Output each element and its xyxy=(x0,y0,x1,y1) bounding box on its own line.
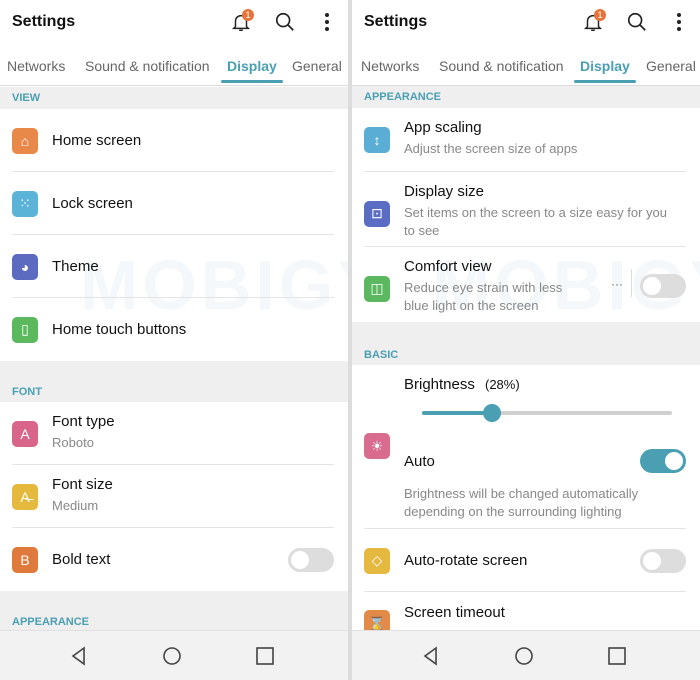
display-size-icon: ⊡ xyxy=(364,200,390,227)
settings-item-font-size[interactable]: A̶ Font size Medium xyxy=(0,465,348,528)
search-icon xyxy=(275,12,294,31)
auto-brightness-toggle[interactable] xyxy=(640,449,686,473)
recents-icon xyxy=(608,647,626,665)
page-title: Settings xyxy=(364,13,428,30)
item-title: Home touch buttons xyxy=(52,320,187,338)
settings-item-display-size[interactable]: ⊡ Display size Set items on the screen to … xyxy=(352,172,700,247)
recents-icon xyxy=(256,647,274,665)
tab-general[interactable]: General xyxy=(292,58,342,74)
font-type-icon: A xyxy=(12,420,38,447)
more-icon[interactable]: ··· xyxy=(611,277,623,291)
notification-badge: 1 xyxy=(242,9,254,21)
tab-networks[interactable]: Networks xyxy=(7,58,65,74)
item-title: App scaling xyxy=(404,119,482,136)
tab-general[interactable]: General xyxy=(646,58,696,74)
navigation-bar xyxy=(0,630,348,680)
settings-item-theme[interactable]: ◕ Theme xyxy=(0,235,348,298)
back-button[interactable] xyxy=(418,643,444,669)
item-title: Display size xyxy=(404,183,485,200)
back-icon xyxy=(423,646,437,666)
item-title: Comfort view xyxy=(404,258,492,275)
home-circle-icon xyxy=(163,647,181,665)
toggle-switch[interactable] xyxy=(288,547,334,572)
vertical-divider xyxy=(631,269,632,297)
bold-icon: B xyxy=(12,546,38,573)
tab-display[interactable]: Display xyxy=(574,58,636,83)
search-button[interactable] xyxy=(272,9,298,35)
tab-bar: Networks Sound & notification Display Gener… xyxy=(0,56,348,86)
brightness-slider-fill xyxy=(422,411,492,415)
settings-item-bold-text[interactable]: B Bold text xyxy=(0,528,348,591)
home-button[interactable] xyxy=(511,643,537,669)
brightness-value: (28%) xyxy=(485,377,520,392)
item-subtitle: Medium xyxy=(52,498,99,513)
auto-brightness-description: Brightness will be changed automatically… xyxy=(404,486,639,519)
settings-item-app-scaling[interactable]: ↕ App scaling Adjust the screen size of ap… xyxy=(352,108,700,172)
home-button[interactable] xyxy=(159,643,185,669)
section-header-view: VIEW xyxy=(0,87,348,109)
item-title: Home screen xyxy=(52,131,142,149)
more-options-button[interactable] xyxy=(314,9,340,35)
brightness-setting: Brightness (28%) ☀ Auto Brightness will be c… xyxy=(352,365,700,529)
recents-button[interactable] xyxy=(604,643,630,669)
item-title: Font size xyxy=(52,476,113,493)
lock-screen-icon: ⁙ xyxy=(12,190,38,217)
item-subtitle: Roboto xyxy=(52,435,94,450)
settings-item-lock-screen[interactable]: ⁙ Lock screen xyxy=(0,172,348,235)
more-vert-icon xyxy=(325,13,329,31)
item-title: Lock screen xyxy=(52,194,133,212)
back-button[interactable] xyxy=(66,643,92,669)
notification-badge: 1 xyxy=(594,9,606,21)
app-scaling-icon: ↕ xyxy=(364,127,390,153)
tab-networks[interactable]: Networks xyxy=(361,58,419,74)
brightness-slider-thumb[interactable] xyxy=(483,404,501,422)
comfort-view-icon: ◫ xyxy=(364,275,390,302)
section-header-basic: BASIC xyxy=(352,322,700,365)
tab-display[interactable]: Display xyxy=(221,58,283,83)
settings-item-auto-rotate-screen[interactable]: ◇ Auto-rotate screen xyxy=(352,529,700,592)
settings-panel-right: MOBIGYAANSettings1NetworksSound & notifi… xyxy=(352,0,700,680)
auto-rotate-icon: ◇ xyxy=(364,547,390,574)
toggle-switch[interactable] xyxy=(640,273,686,298)
palette-icon: ◕ xyxy=(12,253,38,280)
home-circle-icon xyxy=(515,647,533,665)
search-icon xyxy=(627,12,646,31)
recents-button[interactable] xyxy=(252,643,278,669)
settings-item-font-type[interactable]: A Font type Roboto xyxy=(0,402,348,465)
home-icon: ⌂ xyxy=(12,127,38,154)
section-header-font: FONT xyxy=(0,361,348,402)
settings-panel-left: MOBIGYAANSettings1NetworksSound & notifi… xyxy=(0,0,348,680)
page-title: Settings xyxy=(12,13,76,30)
item-subtitle: Reduce eye strain with less blue light o… xyxy=(404,280,563,313)
settings-item-home-touch-buttons[interactable]: ▯ Home touch buttons xyxy=(0,298,348,361)
notifications-button[interactable]: 1 xyxy=(228,9,254,35)
toggle-switch[interactable] xyxy=(640,548,686,573)
search-button[interactable] xyxy=(624,9,650,35)
navigation-bar xyxy=(352,630,700,680)
brightness-icon: ☀ xyxy=(364,433,390,459)
item-title: Screen timeout xyxy=(404,604,505,621)
tab-sound[interactable]: Sound & notification xyxy=(85,58,210,74)
back-icon xyxy=(71,646,85,666)
notifications-button[interactable]: 1 xyxy=(580,9,606,35)
brightness-label: Brightness xyxy=(404,376,475,393)
item-title: Bold text xyxy=(52,550,111,568)
item-title: Auto-rotate screen xyxy=(404,551,528,569)
section-header-appearance: APPEARANCE xyxy=(352,86,700,108)
brightness-slider[interactable] xyxy=(422,404,672,422)
item-title: Font type xyxy=(52,413,115,430)
auto-brightness-label: Auto xyxy=(404,453,435,470)
font-size-icon: A̶ xyxy=(12,483,38,510)
touch-buttons-icon: ▯ xyxy=(12,316,38,343)
item-title: Theme xyxy=(52,257,99,275)
settings-item-comfort-view[interactable]: ◫ Comfort view Reduce eye strain with less… xyxy=(352,247,700,322)
more-options-button[interactable] xyxy=(666,9,692,35)
tab-sound[interactable]: Sound & notification xyxy=(439,58,564,74)
item-subtitle: Adjust the screen size of apps xyxy=(404,141,578,156)
item-subtitle: Set items on the screen to a size easy f… xyxy=(404,205,668,238)
more-vert-icon xyxy=(677,13,681,31)
tab-bar: Networks Sound & notification Display Gener… xyxy=(352,56,700,86)
settings-item-home-screen[interactable]: ⌂ Home screen xyxy=(0,109,348,172)
